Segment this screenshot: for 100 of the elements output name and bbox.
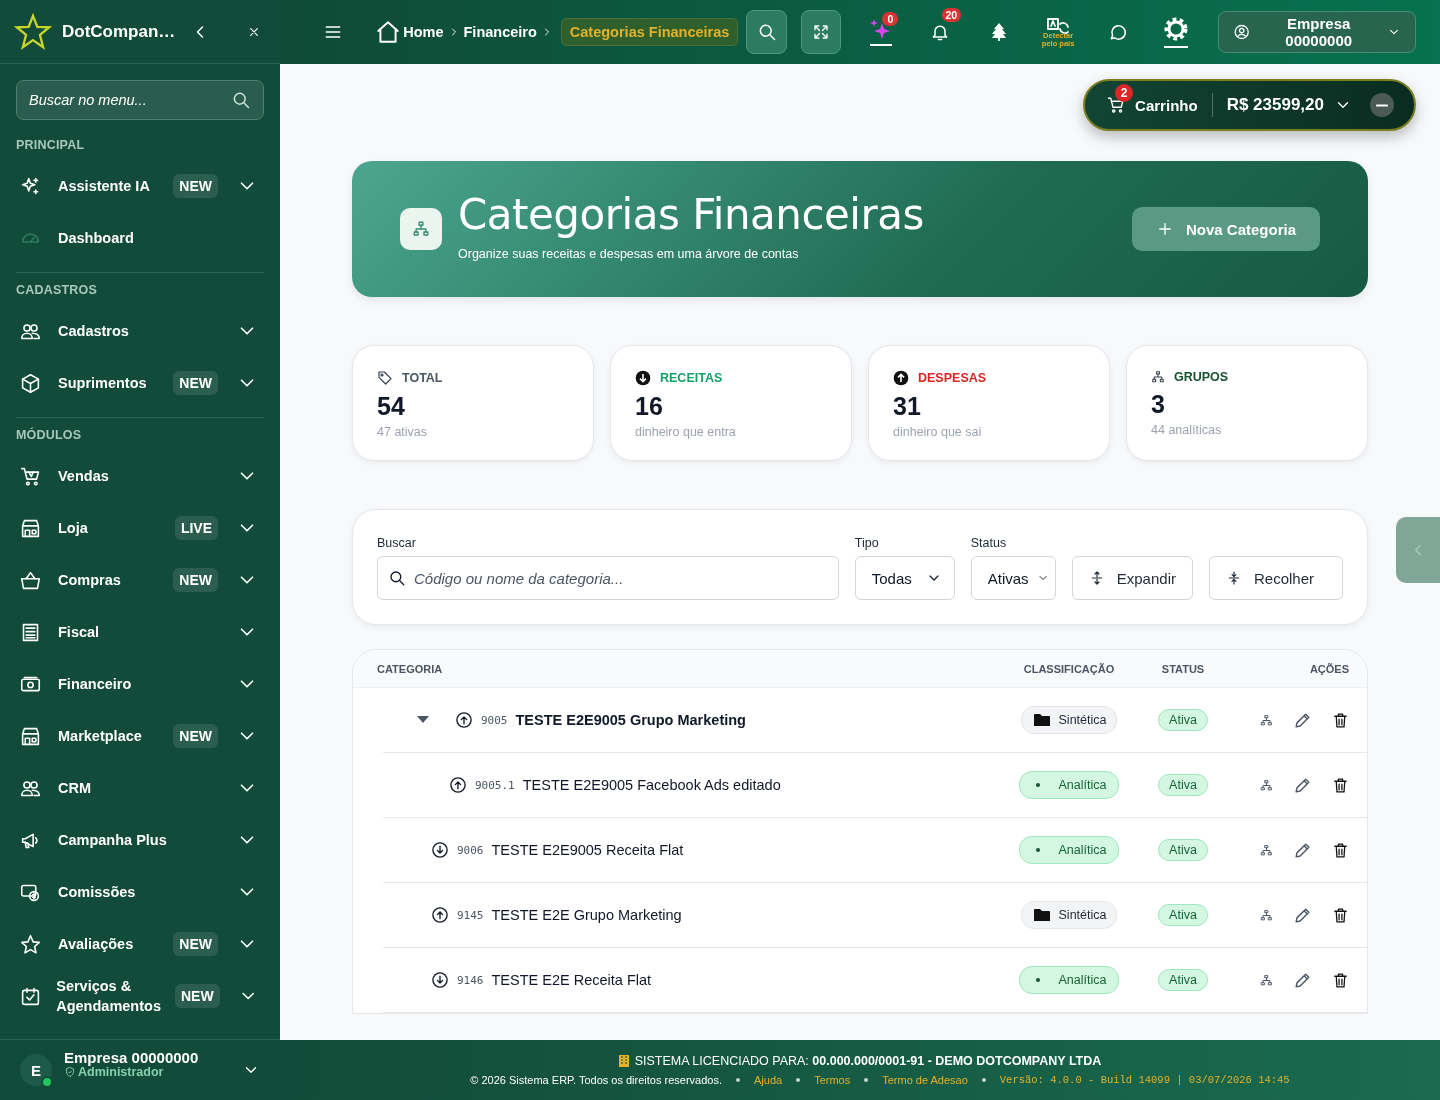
- edit-button[interactable]: [1293, 840, 1312, 860]
- classification-badge: Sintética: [1020, 706, 1118, 734]
- arrow-up-circle-icon: [893, 370, 909, 386]
- menu-item[interactable]: Suprimentos NEW: [0, 357, 280, 409]
- minimize-button[interactable]: [1370, 93, 1394, 117]
- count-badge: 2: [1115, 84, 1134, 102]
- page-subtitle: Organize suas receitas e despesas em uma árvore de contas: [458, 246, 800, 261]
- box-icon: [20, 372, 41, 394]
- category-code: 9145: [457, 908, 484, 922]
- classification-badge: Analítica: [1018, 771, 1120, 799]
- hierarchy-button[interactable]: [1260, 908, 1273, 922]
- menu-item[interactable]: Fiscal: [0, 606, 280, 658]
- hierarchy-button[interactable]: [1260, 778, 1273, 792]
- search-icon: [388, 569, 406, 587]
- hierarchy-button[interactable]: [1260, 713, 1273, 727]
- quick-search-button[interactable]: [746, 10, 787, 54]
- menu-item[interactable]: Assistente IA NEW: [0, 160, 280, 212]
- stat-note: dinheiro que entra: [635, 425, 737, 439]
- search-field[interactable]: Código ou nome da categoria...: [377, 556, 839, 600]
- delete-button[interactable]: [1332, 971, 1349, 989]
- category-name: TESTE E2E Grupo Marketing: [491, 907, 682, 923]
- menu-item[interactable]: CRM: [0, 762, 280, 814]
- hierarchy-button[interactable]: [1260, 843, 1273, 857]
- menu-search-field[interactable]: Buscar no menu...: [16, 80, 264, 120]
- expand-button[interactable]: Expandir: [1071, 556, 1193, 600]
- notifications-button[interactable]: 20: [914, 10, 966, 54]
- menu-item[interactable]: Comissões: [0, 866, 280, 918]
- type-dropdown[interactable]: Todas: [854, 556, 955, 600]
- delete-button[interactable]: [1332, 711, 1349, 729]
- category-name: TESTE E2E9005 Grupo Marketing: [515, 712, 746, 728]
- stat-label: TOTAL: [402, 371, 443, 385]
- menu-item[interactable]: Loja LIVE: [0, 502, 280, 554]
- status-badge: Ativa: [1158, 774, 1208, 796]
- hierarchy-icon: [1260, 843, 1273, 857]
- cart-bar[interactable]: 2 Carrinho R$ 23599,20: [1083, 79, 1416, 131]
- category-code: 9006: [457, 843, 484, 857]
- menu-item[interactable]: Avaliações NEW: [0, 918, 280, 970]
- delete-button[interactable]: [1332, 776, 1349, 794]
- receipt-icon: [20, 621, 41, 643]
- menu-item[interactable]: Marketplace NEW: [0, 710, 280, 762]
- menu-item[interactable]: Vendas: [0, 450, 280, 502]
- stat-note: dinheiro que sai: [893, 425, 983, 439]
- pencil-icon: [1293, 775, 1312, 795]
- ai-button[interactable]: 0: [855, 10, 907, 54]
- account-dropdown[interactable]: Empresa 00000000: [1217, 11, 1417, 53]
- hierarchy-icon: [1260, 973, 1273, 987]
- edit-button[interactable]: [1293, 710, 1312, 730]
- category-name: TESTE E2E Receita Flat: [491, 972, 652, 988]
- minus-icon: [1376, 103, 1388, 107]
- collapse-button[interactable]: Recolher: [1208, 556, 1343, 600]
- user-menu[interactable]: E Empresa 00000000 Administrador: [0, 1039, 280, 1100]
- fullscreen-icon: [812, 23, 831, 41]
- expand-toggle[interactable]: [417, 716, 429, 724]
- footer-link[interactable]: Termos: [814, 1074, 851, 1086]
- delete-button[interactable]: [1332, 841, 1349, 859]
- user-circle-icon: [1232, 22, 1251, 42]
- calendar-icon: [20, 985, 41, 1007]
- search-icon: [231, 90, 251, 110]
- trash-icon: [1332, 776, 1349, 794]
- field-label: Buscar: [377, 536, 417, 550]
- footer-link[interactable]: Ajuda: [754, 1074, 783, 1086]
- menu-badge: LIVE: [174, 516, 218, 540]
- stat-note: 44 analíticas: [1151, 423, 1223, 437]
- stat-value: 54: [377, 392, 406, 421]
- field-label: Status: [970, 536, 1008, 550]
- shield-icon: [64, 1066, 76, 1078]
- category-name: TESTE E2E9005 Facebook Ads editado: [522, 777, 781, 793]
- caret-down-icon: [417, 716, 429, 724]
- stat-label: DESPESAS: [918, 371, 987, 385]
- classification-badge: Analítica: [1018, 966, 1120, 994]
- hierarchy-icon: [412, 220, 430, 238]
- menu-item[interactable]: Serviços & Agendamentos NEW: [0, 970, 280, 1022]
- menu-item[interactable]: Dashboard: [0, 212, 280, 264]
- menu-item[interactable]: Compras NEW: [0, 554, 280, 606]
- edit-button[interactable]: [1293, 970, 1312, 990]
- home-icon: [375, 19, 402, 45]
- breadcrumb-link[interactable]: Categorias Financeiras: [560, 18, 739, 46]
- classification-badge: Sintética: [1020, 901, 1118, 929]
- breadcrumb-link[interactable]: Financeiro: [461, 19, 539, 45]
- breadcrumb-link[interactable]: Home: [373, 14, 446, 50]
- menu-item[interactable]: Financeiro: [0, 658, 280, 710]
- delete-button[interactable]: [1332, 906, 1349, 924]
- count-badge: 0: [882, 12, 899, 26]
- menu-item[interactable]: Cadastros: [0, 305, 280, 357]
- footer-link[interactable]: Termo de Adesao: [882, 1074, 968, 1086]
- cart-label: Carrinho: [1135, 96, 1198, 114]
- hierarchy-button[interactable]: [1260, 973, 1273, 987]
- cart-total: R$ 23599,20: [1226, 95, 1324, 115]
- edit-button[interactable]: [1293, 905, 1312, 925]
- edit-button[interactable]: [1293, 775, 1312, 795]
- store-icon: [20, 517, 41, 539]
- column-header: CATEGORIA: [377, 662, 444, 675]
- pencil-icon: [1293, 710, 1312, 730]
- category-code: 9005: [481, 713, 508, 727]
- fullscreen-button[interactable]: [800, 10, 842, 54]
- arrow-up-circle-icon: [431, 906, 449, 924]
- side-panel-handle[interactable]: [1396, 517, 1440, 583]
- menu-item[interactable]: Campanha Plus: [0, 814, 280, 866]
- trash-icon: [1332, 841, 1349, 859]
- status-dropdown[interactable]: Ativas: [970, 556, 1056, 600]
